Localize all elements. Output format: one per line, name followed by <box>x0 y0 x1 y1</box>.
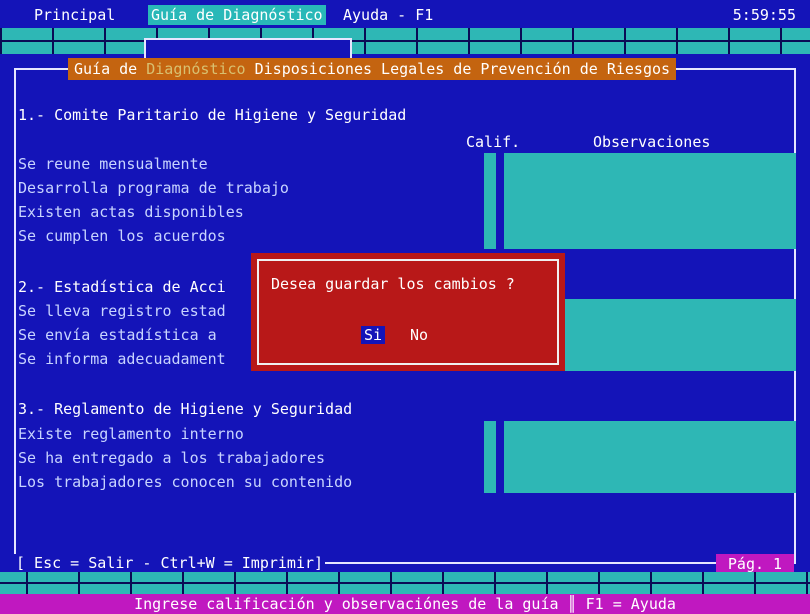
section-1-observaciones-field[interactable] <box>504 153 796 249</box>
section-1-item-2: Desarrolla programa de trabajo <box>18 179 289 197</box>
menu-tab-outline <box>144 38 352 58</box>
column-observaciones: Observaciones <box>593 133 711 151</box>
dialog-question: Desea guardar los cambios ? <box>271 275 515 293</box>
section-1-title: 1.- Comite Paritario de Higiene y Seguri… <box>18 106 407 124</box>
no-button[interactable]: No <box>410 326 428 344</box>
section-3-observaciones-field[interactable] <box>504 421 796 493</box>
brick-band-bottom <box>0 572 810 594</box>
section-3-item-1: Existe reglamento interno <box>18 425 244 443</box>
menu-guia-diagnostico[interactable]: Guía de Diagnóstico <box>148 5 326 25</box>
section-3-item-3: Los trabajadores conocen su contenido <box>18 473 353 491</box>
save-changes-dialog: Desea guardar los cambios ? Si No <box>251 253 565 371</box>
menu-ayuda[interactable]: Ayuda - F1 <box>343 5 433 25</box>
section-1-item-3: Existen actas disponibles <box>18 203 244 221</box>
title-part1: Guía de <box>74 60 138 78</box>
section-2-item-3: Se informa adecuadament <box>18 350 226 368</box>
clock: 5:59:55 <box>732 6 796 24</box>
section-3-title: 3.- Reglamento de Higiene y Seguridad <box>18 400 353 418</box>
section-2-title: 2.- Estadística de Acci <box>18 278 226 296</box>
page-indicator: Pág. 1 <box>716 554 794 574</box>
guide-title-bar: Guía de Diagnóstico Disposiciones Legale… <box>68 58 677 80</box>
section-3-calif-field[interactable] <box>484 421 496 493</box>
brick-band-top <box>0 28 810 54</box>
section-2-item-2: Se envía estadística a <box>18 326 217 344</box>
section-3-item-2: Se ha entregado a los trabajadores <box>18 449 326 467</box>
title-part3: Disposiciones Legales de Prevención de R… <box>254 60 671 78</box>
yes-button[interactable]: Si <box>361 326 386 344</box>
section-1-item-1: Se reune mensualmente <box>18 155 208 173</box>
status-bar: Ingrese calificación y observaciónes de … <box>0 594 810 614</box>
menu-principal[interactable]: Principal <box>34 5 115 25</box>
frame-left-border <box>14 68 16 564</box>
title-part2: Diagnóstico <box>146 60 246 78</box>
section-1-calif-field[interactable] <box>484 153 496 249</box>
shortcut-hint: [ Esc = Salir - Ctrl+W = Imprimir] <box>14 554 326 572</box>
column-calif: Calif. <box>466 133 521 151</box>
section-1-item-4: Se cumplen los acuerdos <box>18 227 226 245</box>
section-2-item-1: Se lleva registro estad <box>18 302 226 320</box>
